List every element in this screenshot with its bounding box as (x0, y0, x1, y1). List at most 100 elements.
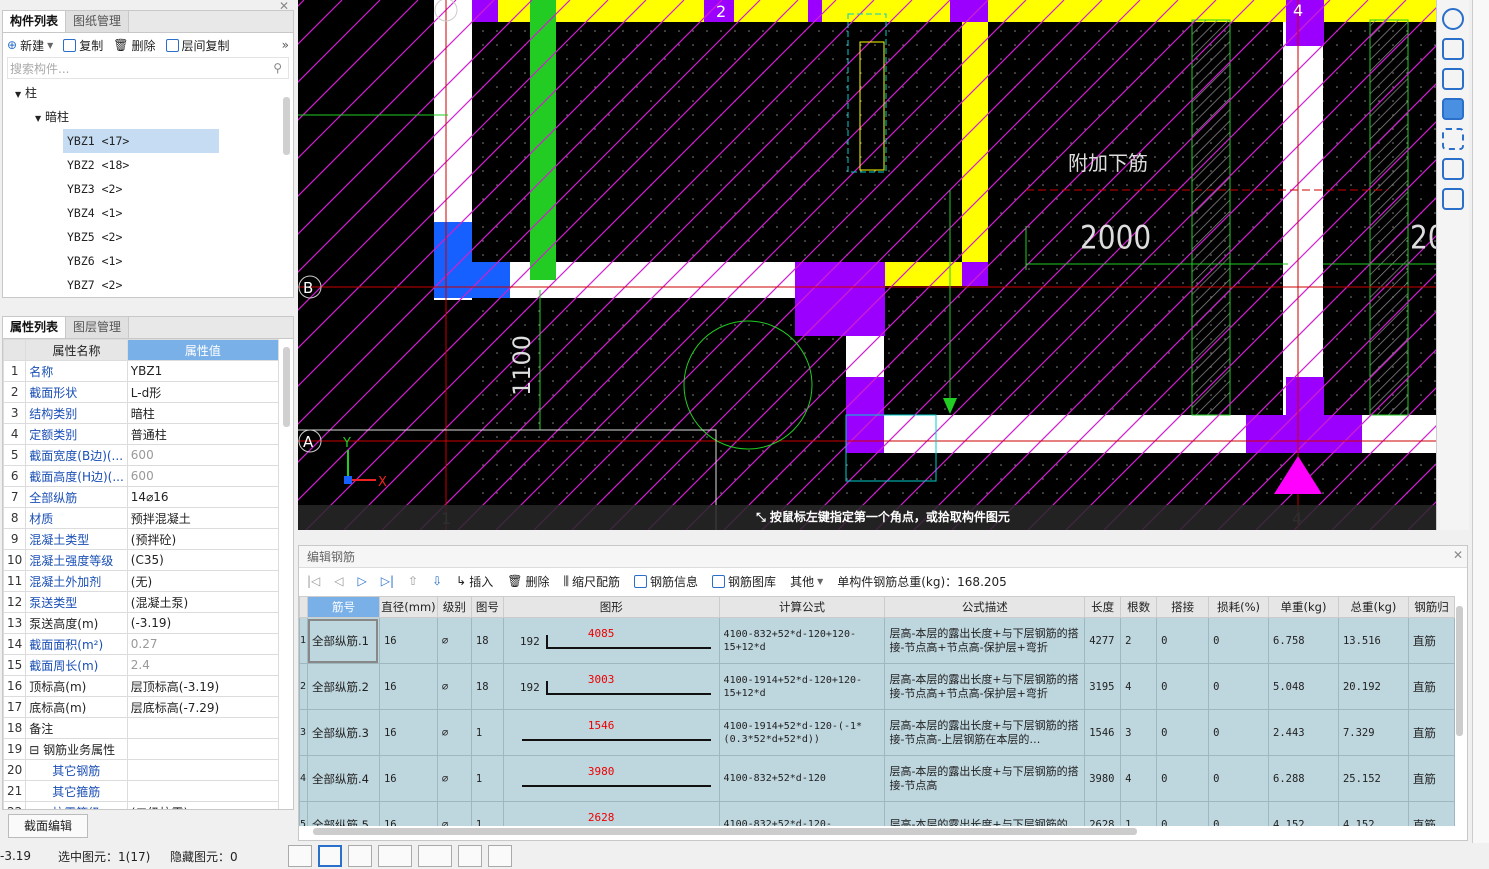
close-icon[interactable]: ✕ (1453, 548, 1463, 562)
property-row[interactable]: 10 混凝土强度等级 (C35) (3, 549, 280, 571)
property-row[interactable]: 7 全部纵筋 14⌀16 (3, 486, 280, 508)
property-row[interactable]: 2 截面形状 L-d形 (3, 381, 280, 403)
fullscreen-icon[interactable] (1442, 128, 1464, 150)
arc-icon[interactable] (488, 845, 512, 867)
lap[interactable]: 0 (1156, 709, 1210, 756)
vertical-scrollbar[interactable] (1456, 606, 1463, 736)
diameter[interactable]: 16 (378, 709, 438, 756)
rebar-col-header[interactable]: 图号 (470, 596, 504, 618)
cad-canvas[interactable]: 2 4 B B A 1 4 附加下筋 2000 2000 1100 Y X (298, 0, 1468, 530)
count[interactable]: 1 (1120, 801, 1158, 826)
cube-blue-icon[interactable] (1442, 98, 1464, 120)
rebar-row[interactable]: 5 全部纵筋.5 16 ⌀ 1 2628 4100-832+52*d-120- 层高-本层的露… (299, 801, 1455, 826)
property-row[interactable]: 13 泵送高度(m) (-3.19) (3, 612, 280, 634)
rect-select-icon[interactable] (318, 845, 342, 867)
rebar-info-button[interactable]: 钢筋信息 (634, 573, 698, 590)
prop-value[interactable]: 暗柱 (126, 402, 280, 424)
bar-shape[interactable]: 2628 (502, 801, 720, 826)
rebar-row[interactable]: 2 全部纵筋.2 16 ⌀ 18 192 3003 4100-1914+52*d-120+12… (299, 663, 1455, 710)
property-row[interactable]: 20 其它钢筋 (3, 759, 280, 781)
loss[interactable]: 0 (1208, 755, 1269, 802)
delete-button[interactable]: 🗑 删除 (507, 573, 549, 590)
collapse-icon[interactable]: ▼ (15, 90, 21, 99)
collapse-icon[interactable]: ▼ (35, 114, 41, 123)
prop-value[interactable]: 2.4 (126, 654, 280, 676)
tree-item-ybz7[interactable]: YBZ7 <2> (3, 273, 293, 297)
tab-component-list[interactable]: 构件列表 (3, 11, 67, 32)
loss[interactable]: 0 (1208, 801, 1269, 826)
diameter[interactable]: 16 (378, 663, 438, 710)
prop-value[interactable]: (混凝土泵) (126, 591, 280, 613)
prop-value[interactable]: (C35) (126, 549, 280, 571)
rebar-row[interactable]: 3 全部纵筋.3 16 ⌀ 1 1546 4100-1914+52*d-120-(-1*(0… (299, 709, 1455, 756)
snap-icon[interactable] (418, 845, 452, 867)
rebar-row[interactable]: 4 全部纵筋.4 16 ⌀ 1 3980 4100-832+52*d-120 层高-本层的露出… (299, 755, 1455, 802)
rebar-library-button[interactable]: 钢筋图库 (712, 573, 776, 590)
tree-item-ybz4[interactable]: YBZ4 <1> (3, 201, 293, 225)
grade[interactable]: ⌀ (436, 663, 472, 710)
prop-value[interactable]: 预拌混凝土 (126, 507, 280, 529)
figure-no[interactable]: 18 (470, 663, 504, 710)
rebar-col-header[interactable]: 钢筋归 (1407, 596, 1455, 618)
rebar-col-header[interactable]: 损耗(%) (1208, 596, 1269, 618)
diameter[interactable]: 16 (378, 755, 438, 802)
tree-scrollbar[interactable] (283, 97, 290, 155)
rebar-col-header[interactable]: 公式描述 (884, 596, 1086, 618)
lap[interactable]: 0 (1156, 755, 1210, 802)
view-3d-icon[interactable] (1442, 38, 1464, 60)
selected-column[interactable] (434, 262, 510, 298)
cross-select-icon[interactable] (348, 845, 372, 867)
tab-property-list[interactable]: 属性列表 (3, 317, 67, 338)
property-row[interactable]: 6 截面高度(H边)(... 600 (3, 465, 280, 487)
orthogonal-icon[interactable] (288, 845, 312, 867)
bar-shape[interactable]: 192 4085 (502, 617, 720, 664)
search-icon[interactable]: ⚲ (273, 61, 282, 75)
tree-node-hidden-column[interactable]: ▼ 暗柱 (3, 105, 293, 129)
figure-no[interactable]: 1 (470, 709, 504, 756)
delete-button[interactable]: 🗑 删除 (113, 37, 155, 54)
move-up-icon[interactable]: ⇧ (408, 574, 418, 588)
prop-value[interactable]: L-d形 (126, 381, 280, 403)
other-button[interactable]: 其他 ▼ (790, 573, 823, 590)
section-edit-button[interactable]: 截面编辑 (8, 814, 88, 838)
diameter[interactable]: 16 (378, 617, 438, 664)
bar-number[interactable]: 全部纵筋.4 (306, 755, 380, 802)
property-row[interactable]: 15 截面周长(m) 2.4 (3, 654, 280, 676)
bar-number[interactable]: 全部纵筋.3 (306, 709, 380, 756)
bar-shape[interactable]: 192 3003 (502, 663, 720, 710)
prop-value[interactable] (126, 780, 280, 802)
rebar-col-header[interactable]: 图形 (502, 596, 720, 618)
figure-no[interactable]: 18 (470, 617, 504, 664)
bar-number[interactable]: 全部纵筋.2 (306, 663, 380, 710)
prop-value[interactable]: (预拌砼) (126, 528, 280, 550)
property-row[interactable]: 5 截面宽度(B边)(... 600 (3, 444, 280, 466)
calc-formula[interactable]: 4100-832+52*d-120 (718, 755, 886, 802)
prop-value[interactable]: 层顶标高(-3.19) (126, 675, 280, 697)
more-icon[interactable]: » (282, 38, 289, 52)
calc-formula[interactable]: 4100-832+52*d-120- (718, 801, 886, 826)
count[interactable]: 3 (1120, 709, 1158, 756)
tab-layer-manage[interactable]: 图层管理 (66, 317, 130, 338)
rebar-col-header[interactable]: 根数 (1120, 596, 1158, 618)
rebar-col-header[interactable]: 长度 (1084, 596, 1122, 618)
calc-formula[interactable]: 4100-1914+52*d-120-(-1*(0.3*52*d+52*d)) (718, 709, 886, 756)
count[interactable]: 2 (1120, 617, 1158, 664)
rebar-row[interactable]: 1 全部纵筋.1 16 ⌀ 18 192 4085 4100-832+52*d-120+120… (299, 617, 1455, 664)
display-icon[interactable] (458, 845, 482, 867)
figure-no[interactable]: 1 (470, 755, 504, 802)
rebar-col-header[interactable]: 直径(mm) (378, 596, 438, 618)
prop-value[interactable] (126, 717, 280, 739)
list-view-icon[interactable] (1442, 188, 1464, 210)
search-input[interactable]: 搜索构件... ⚲ (7, 57, 289, 79)
insert-button[interactable]: ↳ 插入 (456, 573, 493, 590)
property-row[interactable]: 4 定额类别 普通柱 (3, 423, 280, 445)
loss[interactable]: 0 (1208, 709, 1269, 756)
grade[interactable]: ⌀ (436, 709, 472, 756)
prop-value[interactable]: 600 (126, 444, 280, 466)
property-row[interactable]: 11 混凝土外加剂 (无) (3, 570, 280, 592)
bar-shape[interactable]: 3980 (502, 755, 720, 802)
figure-no[interactable]: 1 (470, 801, 504, 826)
count[interactable]: 4 (1120, 663, 1158, 710)
bar-shape[interactable]: 1546 (502, 709, 720, 756)
bar-number[interactable]: 全部纵筋.5 (306, 801, 380, 826)
